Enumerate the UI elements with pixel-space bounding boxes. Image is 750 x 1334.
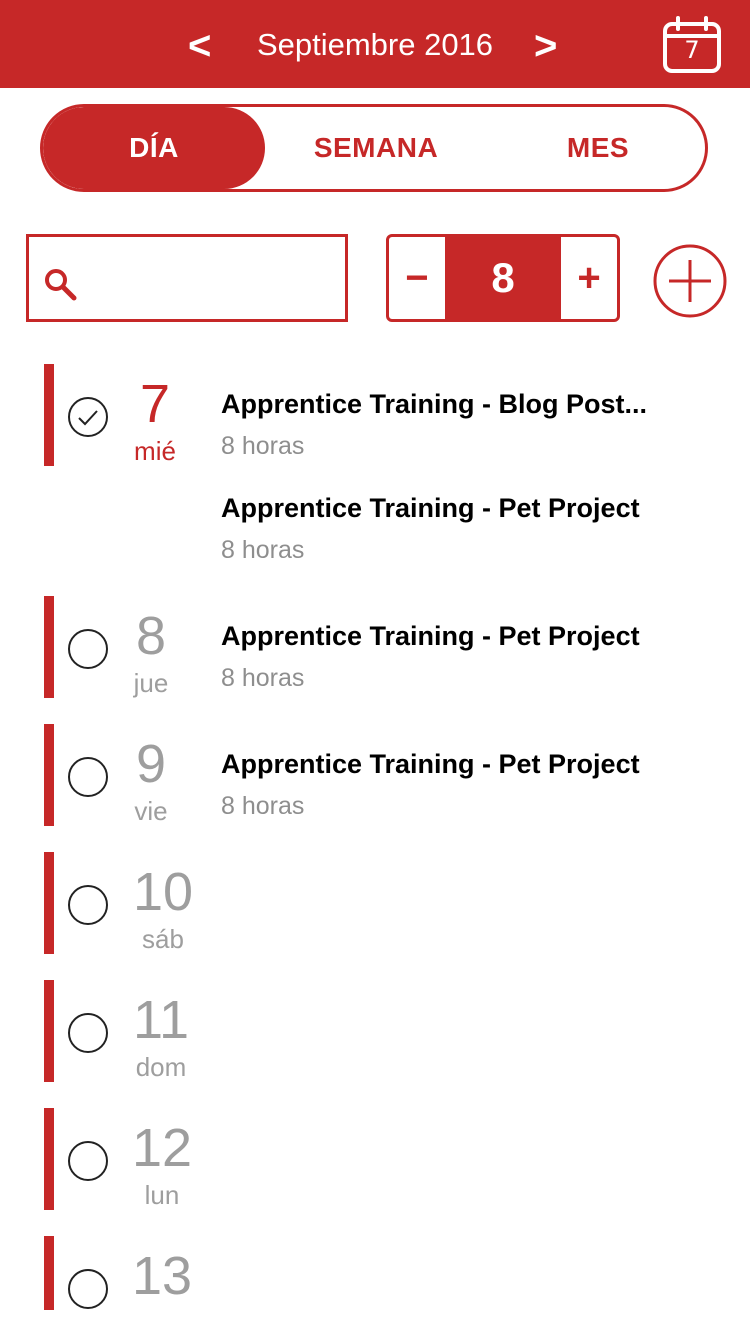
day-checkbox[interactable] (67, 1012, 109, 1054)
task-hours: 8 horas (221, 792, 305, 820)
day-checkbox-checked[interactable] (67, 396, 109, 438)
day-bar (44, 1236, 54, 1310)
calendar-icon-day: 7 (684, 36, 700, 64)
task-hours: 8 horas (221, 536, 305, 564)
day-number: 8 (135, 606, 167, 666)
day-checkbox[interactable] (67, 884, 109, 926)
day-row: 13 (0, 1236, 750, 1334)
calendar-today-button[interactable]: 7 (662, 16, 722, 74)
task-title[interactable]: Apprentice Training - Pet Project (221, 620, 671, 652)
day-bar (44, 852, 54, 954)
decrement-button[interactable]: − (389, 237, 445, 319)
day-bar (44, 1108, 54, 1210)
tab-month[interactable]: MES (487, 107, 705, 189)
day-row: 12 lun (0, 1108, 750, 1212)
task-title[interactable]: Apprentice Training - Pet Project (221, 492, 671, 524)
tab-week[interactable]: SEMANA (265, 107, 487, 189)
day-bar (44, 596, 54, 698)
day-bar (44, 980, 54, 1082)
view-segmented-control: DÍA SEMANA MES (40, 104, 708, 192)
task-title[interactable]: Apprentice Training - Blog Post... (221, 388, 671, 420)
day-weekday: jue (133, 668, 169, 698)
day-row: 10 sáb (0, 852, 750, 956)
task-hours: 8 horas (221, 432, 305, 460)
day-checkbox[interactable] (67, 1268, 109, 1310)
day-number: 10 (132, 862, 194, 922)
day-row: 7 mié Apprentice Training - Blog Post...… (0, 364, 750, 564)
day-weekday: vie (134, 796, 168, 826)
day-number: 7 (139, 374, 171, 434)
add-entry-button[interactable] (652, 243, 728, 319)
day-number: 11 (132, 990, 190, 1050)
prev-month-button[interactable]: < (188, 22, 211, 70)
day-bar (44, 724, 54, 826)
task-title[interactable]: Apprentice Training - Pet Project (221, 748, 671, 780)
day-row: 8 jue Apprentice Training - Pet Project … (0, 596, 750, 700)
month-title: Septiembre 2016 (256, 27, 494, 62)
tab-day[interactable]: DÍA (43, 107, 265, 189)
day-checkbox[interactable] (67, 1140, 109, 1182)
day-weekday: sáb (142, 924, 184, 954)
hours-value: 8 (445, 237, 561, 319)
search-input[interactable] (26, 234, 348, 322)
day-weekday: lun (144, 1180, 180, 1210)
search-icon (45, 269, 77, 301)
day-number: 13 (131, 1246, 193, 1306)
day-weekday: dom (135, 1052, 187, 1082)
task-hours: 8 horas (221, 664, 305, 692)
increment-button[interactable]: + (561, 237, 617, 319)
day-number: 12 (131, 1118, 193, 1178)
day-row: 9 vie Apprentice Training - Pet Project … (0, 724, 750, 828)
top-bar: < Septiembre 2016 > 7 (0, 0, 750, 88)
day-row: 11 dom (0, 980, 750, 1084)
day-bar (44, 364, 54, 466)
day-weekday: mié (134, 436, 176, 466)
day-number: 9 (135, 734, 167, 794)
hours-stepper: − 8 + (386, 234, 620, 322)
next-month-button[interactable]: > (534, 22, 557, 70)
